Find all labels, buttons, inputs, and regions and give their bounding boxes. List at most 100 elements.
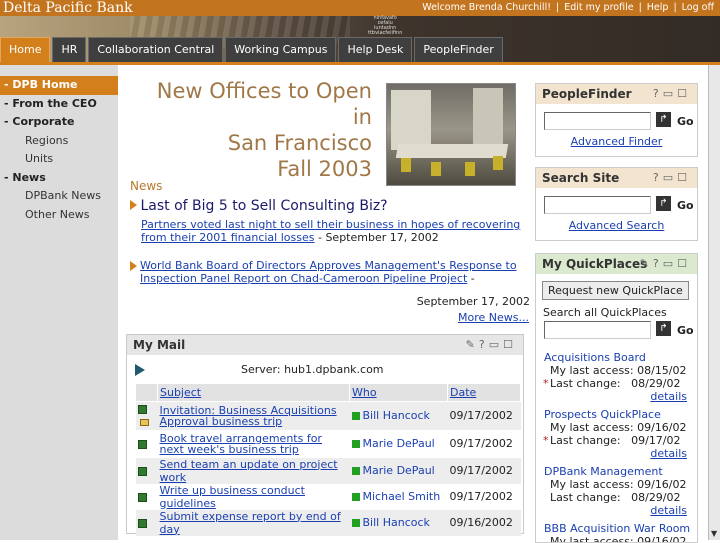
column-header-icon [135, 383, 158, 402]
go-button[interactable]: Go [677, 199, 694, 212]
last-access-label: My last access: [550, 364, 634, 377]
sidebar-item-corporate[interactable]: - Corporate [0, 113, 118, 132]
help-link[interactable]: Help [647, 2, 669, 13]
story-link[interactable]: World Bank Board of Directors Approves M… [140, 259, 517, 285]
last-change-value: 08/29/02 [631, 377, 681, 390]
search-site-input[interactable] [544, 196, 651, 214]
portlet-title: My Mail [133, 338, 186, 352]
table-row[interactable]: Submit expense report by end of day Bill… [135, 509, 521, 536]
table-row[interactable]: Book travel arrangements for next week's… [136, 430, 521, 458]
column-header-date[interactable]: Date [447, 383, 521, 402]
arrow-right-icon[interactable]: ↱ [656, 196, 671, 211]
story-dash: - [467, 272, 475, 285]
mail-subject-link[interactable]: Submit expense report by end of day [160, 510, 341, 536]
mail-date: 09/16/2002 [447, 509, 521, 536]
mail-sender[interactable]: Bill Hancock [363, 516, 430, 529]
ticker-text: ninfavafo cefalu iuntadnn ttbviacfeiifin… [368, 16, 402, 36]
mail-sender[interactable]: Marie DePaul [363, 464, 435, 477]
sidebar-item-from-the-ceo[interactable]: - From the CEO [0, 95, 118, 114]
table-row[interactable]: Invitation: Business Acquisitions Approv… [135, 401, 521, 430]
minimize-icon[interactable]: ▭ [489, 338, 503, 351]
advanced-search-link[interactable]: Advanced Search [569, 219, 665, 232]
mail-subject-link[interactable]: Write up business conduct guidelines [160, 484, 306, 510]
advanced-finder-link[interactable]: Advanced Finder [571, 135, 663, 148]
details-link[interactable]: details [650, 390, 687, 403]
main-tabs: Home HR Collaboration Central Working Ca… [0, 37, 503, 62]
peoplefinder-input[interactable] [544, 112, 651, 130]
arrow-right-icon[interactable]: ↱ [656, 112, 671, 127]
portlet-title: My QuickPlaces [542, 257, 648, 271]
details-link[interactable]: details [650, 447, 687, 460]
table-row[interactable]: Send team an update on project work Mari… [135, 457, 521, 484]
mail-sender[interactable]: Bill Hancock [363, 409, 430, 422]
quickplace-link[interactable]: BBB Acquisition War Room [544, 522, 697, 535]
edit-icon[interactable]: ✎ [466, 338, 479, 351]
quickplace-item: Acquisitions Board My last access: 08/15… [536, 351, 697, 403]
maximize-icon[interactable]: ☐ [677, 257, 691, 270]
last-change-label: Last change: [550, 377, 621, 390]
sidebar-item-other-news[interactable]: Other News [0, 206, 118, 225]
main-content: New Offices to Open in San Francisco Fal… [122, 65, 532, 540]
play-icon[interactable] [135, 364, 145, 376]
bullet-arrow-icon [130, 261, 137, 271]
help-icon[interactable]: ? [653, 257, 663, 270]
column-header-label: Who [352, 386, 377, 399]
last-access-label: My last access: [550, 421, 634, 434]
mail-subject-link[interactable]: Book travel arrangements for next week's… [160, 432, 322, 456]
portlet-header: My QuickPlaces ✎?▭☐ [536, 254, 697, 274]
mail-subject-link[interactable]: Send team an update on project work [160, 458, 338, 484]
story-title[interactable]: Last of Big 5 to Sell Consulting Biz? [141, 198, 388, 214]
sidebar-item-units[interactable]: Units [0, 150, 118, 169]
quickplace-link[interactable]: Prospects QuickPlace [544, 408, 697, 421]
quickplaces-search-input[interactable] [544, 321, 651, 339]
scroll-down-icon[interactable]: ▼ [711, 529, 717, 538]
office-photo[interactable] [386, 83, 516, 186]
maximize-icon[interactable]: ☐ [503, 338, 517, 351]
news-story: Last of Big 5 to Sell Consulting Biz? Pa… [130, 198, 530, 244]
quickplace-link[interactable]: DPBank Management [544, 465, 697, 478]
mail-sender[interactable]: Michael Smith [363, 490, 441, 503]
maximize-icon[interactable]: ☐ [677, 171, 691, 184]
tab-help-desk[interactable]: Help Desk [338, 37, 413, 62]
tab-working-campus[interactable]: Working Campus [225, 37, 337, 62]
bullet-arrow-icon [130, 200, 137, 210]
edit-profile-link[interactable]: Edit my profile [564, 2, 633, 13]
minimize-icon[interactable]: ▭ [663, 171, 677, 184]
sidebar-item-regions[interactable]: Regions [0, 132, 118, 151]
go-button[interactable]: Go [677, 324, 694, 337]
maximize-icon[interactable]: ☐ [677, 87, 691, 100]
tab-home[interactable]: Home [0, 37, 51, 62]
logoff-link[interactable]: Log off [682, 2, 714, 13]
column-header-who[interactable]: Who [349, 383, 448, 402]
vertical-scrollbar[interactable]: ▼ [708, 65, 720, 540]
photo-chair [431, 162, 441, 176]
column-header-subject[interactable]: Subject [157, 383, 350, 402]
tab-hr[interactable]: HR [52, 37, 87, 62]
help-icon[interactable]: ? [653, 171, 663, 184]
last-change-label: Last change: [550, 491, 621, 504]
sidebar-item-news[interactable]: - News [0, 169, 118, 188]
help-icon[interactable]: ? [653, 87, 663, 100]
sidebar-item-dpbank-news[interactable]: DPBank News [0, 187, 118, 206]
mail-sender[interactable]: Marie DePaul [363, 437, 435, 450]
portlet-controls: ✎?▭☐ [640, 254, 691, 274]
portlet-header: My Mail ✎?▭☐ [127, 335, 523, 355]
minimize-icon[interactable]: ▭ [663, 87, 677, 100]
more-news-link[interactable]: More News... [458, 311, 529, 324]
document-icon [137, 466, 147, 476]
edit-icon[interactable]: ✎ [640, 257, 653, 270]
mail-subject-link[interactable]: Invitation: Business Acquisitions Approv… [160, 404, 337, 428]
sidebar-item-dpb-home[interactable]: - DPB Home [0, 76, 118, 95]
details-link[interactable]: details [650, 504, 687, 517]
tab-peoplefinder[interactable]: PeopleFinder [414, 37, 503, 62]
table-row[interactable]: Write up business conduct guidelines Mic… [136, 484, 521, 510]
tab-collaboration-central[interactable]: Collaboration Central [88, 37, 224, 62]
hero-headline[interactable]: New Offices to Open in San Francisco Fal… [132, 78, 372, 182]
help-icon[interactable]: ? [479, 338, 489, 351]
arrow-right-icon[interactable]: ↱ [656, 321, 671, 336]
photo-chair [401, 158, 411, 172]
minimize-icon[interactable]: ▭ [663, 257, 677, 270]
go-button[interactable]: Go [677, 115, 694, 128]
request-quickplace-button[interactable]: Request new QuickPlace [542, 281, 689, 300]
quickplace-link[interactable]: Acquisitions Board [544, 351, 697, 364]
